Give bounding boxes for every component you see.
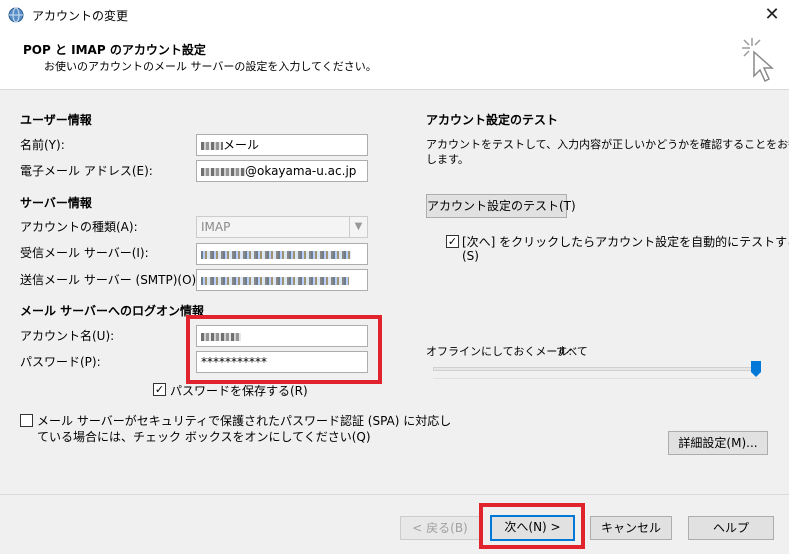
- email-field[interactable]: @okayama-u.ac.jp: [196, 160, 368, 182]
- advanced-settings-button[interactable]: 詳細設定(M)...: [668, 431, 768, 455]
- account-type-select: IMAP ▼: [196, 216, 368, 238]
- email-label: 電子メール アドレス(E):: [20, 164, 153, 178]
- password-label: パスワード(P):: [20, 355, 101, 369]
- help-button[interactable]: ヘルプ: [688, 516, 774, 540]
- window-title: アカウントの変更: [32, 9, 129, 23]
- redacted-text: [201, 276, 349, 285]
- dialog-header: POP と IMAP のアカウント設定 お使いのアカウントのメール サーバーの設…: [0, 30, 789, 90]
- name-field[interactable]: メール: [196, 134, 368, 156]
- next-button[interactable]: 次へ(N) >: [490, 515, 575, 541]
- chevron-down-icon: ▼: [349, 217, 367, 237]
- save-password-label: パスワードを保存する(R): [170, 384, 308, 398]
- test-desc-line1: アカウントをテストして、入力内容が正しいかどうかを確認することをお勧め: [426, 138, 789, 151]
- test-desc-line2: します。: [426, 153, 469, 166]
- back-button[interactable]: < 戻る(B): [400, 516, 480, 540]
- account-name-field[interactable]: [196, 325, 368, 347]
- incoming-server-label: 受信メール サーバー(I):: [20, 246, 149, 260]
- header-title: POP と IMAP のアカウント設定: [23, 43, 206, 57]
- title-bar: アカウントの変更 ✕: [0, 0, 789, 30]
- cursor-sparkle-icon: [742, 38, 774, 83]
- header-subtitle: お使いのアカウントのメール サーバーの設定を入力してください。: [44, 60, 377, 73]
- account-type-value: IMAP: [201, 220, 231, 234]
- offline-slider-ticks: [433, 378, 760, 379]
- offline-value: すべて: [556, 345, 588, 358]
- section-test: アカウント設定のテスト: [426, 113, 559, 127]
- section-user-info: ユーザー情報: [20, 113, 92, 127]
- spa-checkbox[interactable]: [20, 414, 33, 427]
- name-label: 名前(Y):: [20, 138, 65, 152]
- cancel-button[interactable]: キャンセル: [590, 516, 672, 540]
- spa-label-line2: ている場合には、チェック ボックスをオンにしてください(Q): [37, 430, 371, 444]
- offline-slider-track[interactable]: [433, 367, 760, 371]
- outlook-globe-icon: [8, 7, 24, 23]
- auto-test-checkbox[interactable]: ✓: [446, 235, 459, 248]
- offline-slider-thumb[interactable]: [751, 361, 761, 377]
- section-server-info: サーバー情報: [20, 196, 92, 210]
- outgoing-server-label: 送信メール サーバー (SMTP)(O):: [20, 273, 201, 287]
- password-field[interactable]: ***********: [196, 351, 368, 373]
- redacted-text: [201, 167, 245, 176]
- close-icon[interactable]: ✕: [758, 2, 786, 28]
- redacted-text: [201, 250, 351, 259]
- offline-label: オフラインにしておくメール:: [426, 345, 573, 358]
- redacted-text: [201, 332, 241, 341]
- account-name-label: アカウント名(U):: [20, 329, 115, 343]
- redacted-text: [201, 141, 223, 150]
- incoming-server-field[interactable]: [196, 243, 368, 265]
- spa-label-line1: メール サーバーがセキュリティで保護されたパスワード認証 (SPA) に対応し: [37, 414, 452, 428]
- outgoing-server-field[interactable]: [196, 269, 368, 291]
- save-password-checkbox[interactable]: ✓: [153, 383, 166, 396]
- account-type-label: アカウントの種類(A):: [20, 220, 138, 234]
- test-account-button[interactable]: アカウント設定のテスト(T): [426, 194, 576, 218]
- section-logon-info: メール サーバーへのログオン情報: [20, 304, 205, 318]
- auto-test-label-line2: (S): [462, 249, 479, 263]
- auto-test-label-line1: [次へ] をクリックしたらアカウント設定を自動的にテストする: [462, 235, 789, 249]
